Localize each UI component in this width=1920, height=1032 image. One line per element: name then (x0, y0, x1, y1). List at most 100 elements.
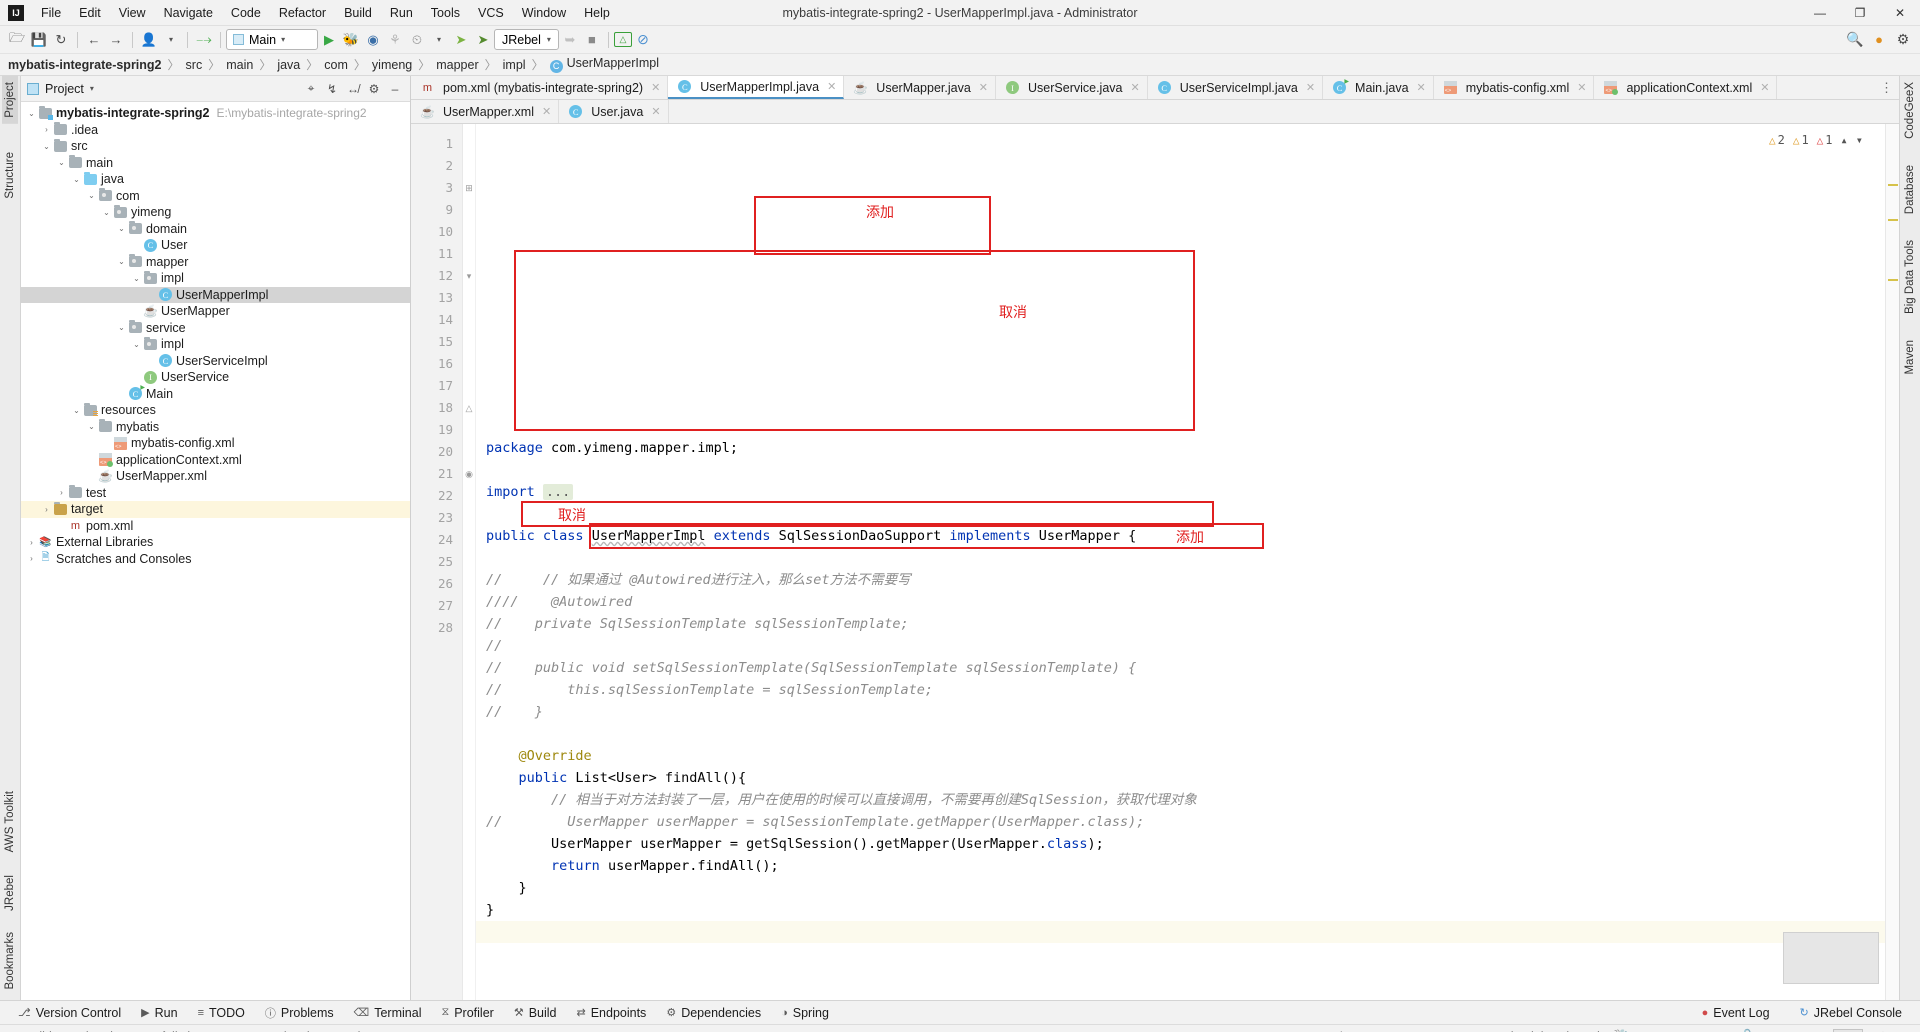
tree-node-mybatis-integrate-spring2[interactable]: ⌄ mybatis-integrate-spring2 E:\mybatis-int… (21, 105, 410, 122)
line-number[interactable]: 14 (411, 309, 462, 331)
close-icon[interactable]: ✕ (651, 81, 660, 94)
tool-window-button-run[interactable]: ▶ Run (131, 1001, 187, 1025)
fold-marker[interactable] (463, 595, 475, 617)
fold-marker[interactable]: ▾ (463, 265, 475, 287)
breadcrumb-item-mapper[interactable]: mapper (436, 58, 478, 72)
search-icon[interactable]: 🔍 (1844, 29, 1866, 51)
editor-tab-userserviceimpl-java[interactable]: C UserServiceImpl.java ✕ (1147, 76, 1324, 99)
fold-marker[interactable] (463, 331, 475, 353)
line-number[interactable]: 9 (411, 199, 462, 221)
fold-marker[interactable] (463, 419, 475, 441)
fold-marker[interactable] (463, 155, 475, 177)
code-line[interactable]: return userMapper.findAll(); (476, 855, 1885, 877)
tool-window-button-spring[interactable]: ◑ Spring (771, 1001, 839, 1025)
chevron-right-icon[interactable]: › (25, 554, 38, 563)
tree-node-mybatis[interactable]: ⌄ mybatis (21, 419, 410, 436)
debug-button[interactable]: 🐝 (340, 29, 362, 51)
run-with-coverage-button[interactable]: ◉ (362, 29, 384, 51)
tool-window-button-jrebel-console[interactable]: ↻ JRebel Console (1790, 1001, 1912, 1025)
line-number[interactable]: 11 (411, 243, 462, 265)
fold-marker[interactable] (463, 529, 475, 551)
profiler-button[interactable]: ⚘ (384, 29, 406, 51)
code-line[interactable]: } (476, 899, 1885, 921)
jrebel-debug-button[interactable]: ➤ (472, 29, 494, 51)
editor-tab-user-java[interactable]: C User.java ✕ (559, 100, 669, 123)
tool-window-button-dependencies[interactable]: ⚙ Dependencies (656, 1001, 771, 1025)
fold-marker[interactable] (463, 353, 475, 375)
line-number[interactable]: 19 (411, 419, 462, 441)
tree-node-userserviceimpl[interactable]: C UserServiceImpl (21, 353, 410, 370)
menu-item-edit[interactable]: Edit (70, 3, 110, 23)
editor-tab-usermapper-java[interactable]: ☕ UserMapper.java ✕ (844, 76, 997, 99)
code-line[interactable] (476, 547, 1885, 569)
close-icon[interactable]: ✕ (827, 80, 836, 93)
jrebel-run-button[interactable]: ➤ (450, 29, 472, 51)
line-number[interactable]: 13 (411, 287, 462, 309)
update-icon[interactable]: ● (1868, 29, 1890, 51)
code-line[interactable]: public class UserMapperImpl extends SqlS… (476, 525, 1885, 547)
tool-tab-project[interactable]: Project (2, 76, 18, 124)
monitor-icon[interactable]: △ (613, 32, 632, 47)
forward-icon[interactable]: → (105, 29, 127, 51)
tree-node-applicationcontext-xml[interactable]: <> applicationContext.xml (21, 452, 410, 469)
menu-item-code[interactable]: Code (222, 3, 270, 23)
close-icon[interactable]: ✕ (1417, 81, 1426, 94)
stop-button[interactable]: ■ (581, 29, 603, 51)
code-content[interactable]: 添加 取消 取消 添加 △ 2 △ 1 △ 1 ▴ ▾ package com.… (476, 124, 1885, 1000)
fold-marker[interactable] (463, 221, 475, 243)
tree-node-yimeng[interactable]: ⌄ yimeng (21, 204, 410, 221)
menu-item-navigate[interactable]: Navigate (155, 3, 222, 23)
vcs-person-icon[interactable]: 👤 (138, 29, 160, 51)
chevron-down-icon[interactable]: ⌄ (25, 109, 38, 118)
tree-node-target[interactable]: › target (21, 501, 410, 518)
fold-marker[interactable] (463, 375, 475, 397)
breadcrumb-item-src[interactable]: src (186, 58, 203, 72)
close-icon[interactable]: ✕ (1577, 81, 1586, 94)
line-number[interactable]: 21 (411, 463, 462, 485)
code-line[interactable]: //// @Autowired (476, 591, 1885, 613)
chevron-down-icon[interactable]: ▾ (90, 84, 94, 93)
menu-item-window[interactable]: Window (513, 3, 575, 23)
tool-window-button-terminal[interactable]: ⌫ Terminal (344, 1001, 432, 1025)
tree-node-test[interactable]: › test (21, 485, 410, 502)
close-icon[interactable]: ✕ (542, 105, 551, 118)
line-number[interactable]: 23 (411, 507, 462, 529)
chevron-down-icon[interactable]: ⌄ (130, 274, 143, 283)
fold-marker[interactable] (463, 617, 475, 639)
save-icon[interactable]: 💾 (28, 29, 50, 51)
tree-node-scratches-and-consoles[interactable]: › 🗎 Scratches and Consoles (21, 551, 410, 568)
code-line[interactable]: // public void setSqlSessionTemplate(Sql… (476, 657, 1885, 679)
tree-node-mapper[interactable]: ⌄ mapper (21, 254, 410, 271)
editor-tab-mybatis-config-xml[interactable]: <> mybatis-config.xml ✕ (1433, 76, 1595, 99)
fold-marker[interactable] (463, 199, 475, 221)
breadcrumb-item-mybatis-integrate-spring2[interactable]: mybatis-integrate-spring2 (8, 58, 162, 72)
editor-tab-usermapper-xml[interactable]: ☕ UserMapper.xml ✕ (411, 100, 560, 123)
line-number[interactable]: 12 (411, 265, 462, 287)
editor-tab-userservice-java[interactable]: I UserService.java ✕ (996, 76, 1148, 99)
line-number[interactable]: 10 (411, 221, 462, 243)
breadcrumb-item-java[interactable]: java (277, 58, 300, 72)
tool-tab-big-data-tools[interactable]: Big Data Tools (1902, 234, 1918, 320)
tree-node-pom-xml[interactable]: m pom.xml (21, 518, 410, 535)
code-line[interactable]: UserMapper userMapper = getSqlSession().… (476, 833, 1885, 855)
chevron-right-icon[interactable]: › (40, 125, 53, 134)
line-number[interactable]: 22 (411, 485, 462, 507)
line-number[interactable]: 18 (411, 397, 462, 419)
gear-icon[interactable]: ⚙ (365, 80, 383, 98)
menu-item-build[interactable]: Build (335, 3, 381, 23)
menu-item-refactor[interactable]: Refactor (270, 3, 335, 23)
line-number[interactable]: 26 (411, 573, 462, 595)
fold-marker[interactable] (463, 573, 475, 595)
editor-tab-main-java[interactable]: C Main.java ✕ (1323, 76, 1434, 99)
build-hammer-icon[interactable]: ⤍ (193, 29, 215, 51)
tool-window-button-endpoints[interactable]: ⇄ Endpoints (566, 1001, 656, 1025)
line-number[interactable]: 27 (411, 595, 462, 617)
tree-node-impl[interactable]: ⌄ impl (21, 336, 410, 353)
tree-node-com[interactable]: ⌄ com (21, 188, 410, 205)
tool-tab-aws-toolkit[interactable]: AWS Toolkit (2, 785, 18, 858)
memory-indicator[interactable]: 456 (1833, 1028, 1864, 1032)
open-folder-icon[interactable]: 🗁 (6, 29, 28, 51)
close-icon[interactable]: ✕ (979, 81, 988, 94)
expand-all-icon[interactable]: ↯ (323, 80, 341, 98)
tool-tab-maven[interactable]: Maven (1902, 334, 1918, 381)
